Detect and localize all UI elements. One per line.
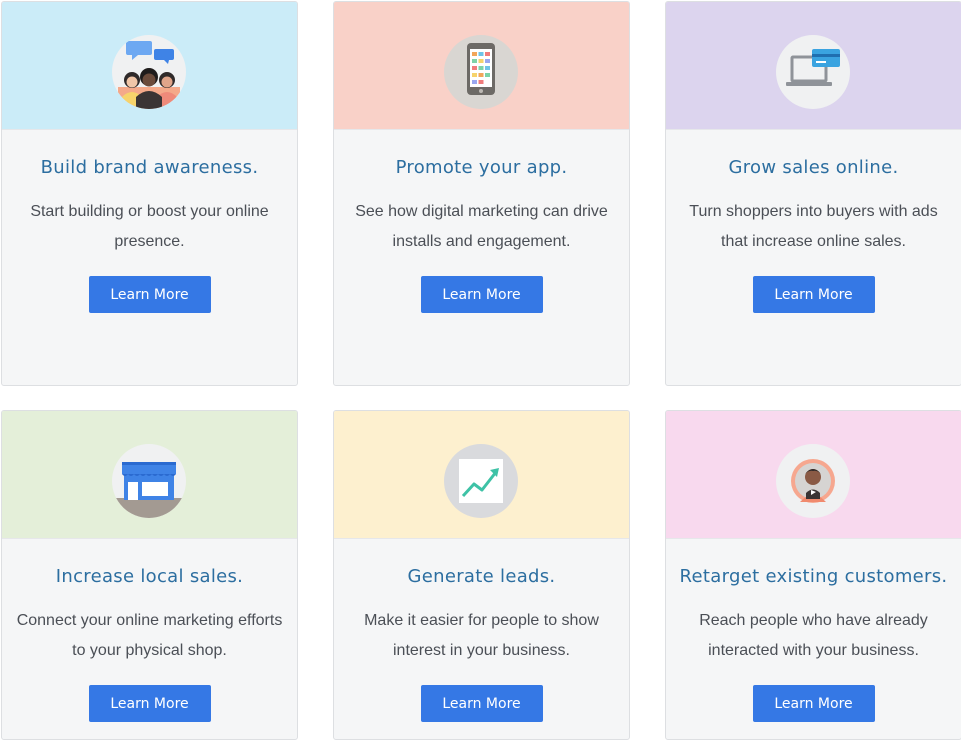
learn-more-button[interactable]: Learn More (88, 685, 211, 722)
laptop-credit-card-icon (776, 35, 850, 109)
card-title: Retarget existing customers. (679, 566, 948, 587)
card-description: Reach people who have already interacted… (699, 612, 928, 659)
card-promote-your-app: Promote your app. See how digital market… (333, 1, 630, 386)
learn-more-button[interactable]: Learn More (420, 276, 543, 313)
card-increase-local-sales: Increase local sales. Connect your onlin… (1, 410, 298, 740)
learn-more-button[interactable]: Learn More (752, 276, 875, 313)
card-banner (334, 411, 629, 539)
storefront-icon (112, 444, 186, 518)
learn-more-button[interactable]: Learn More (420, 685, 543, 722)
card-banner (2, 411, 297, 539)
card-title: Grow sales online. (728, 157, 899, 178)
card-title: Promote your app. (395, 157, 568, 178)
people-chat-icon (112, 35, 186, 109)
learn-more-button[interactable]: Learn More (88, 276, 211, 313)
smartphone-icon (444, 35, 518, 109)
card-banner (666, 411, 961, 539)
card-grow-sales-online: Grow sales online. Turn shoppers into bu… (665, 1, 961, 386)
card-title: Generate leads. (407, 566, 556, 587)
card-description: Turn shoppers into buyers with ads that … (689, 203, 938, 250)
card-generate-leads: Generate leads. Make it easier for peopl… (333, 410, 630, 740)
card-description: Start building or boost your online pres… (30, 203, 269, 250)
card-title: Build brand awareness. (40, 157, 259, 178)
card-description: See how digital marketing can drive inst… (355, 203, 608, 250)
card-description: Make it easier for people to show intere… (364, 612, 599, 659)
card-banner (666, 2, 961, 130)
learn-more-button[interactable]: Learn More (752, 685, 875, 722)
card-description: Connect your online marketing efforts to… (16, 612, 283, 659)
customer-avatar-icon (776, 444, 850, 518)
card-banner (2, 2, 297, 130)
trending-chart-icon (444, 444, 518, 518)
card-build-brand-awareness: Build brand awareness. Start building or… (1, 1, 298, 386)
card-banner (334, 2, 629, 130)
card-retarget-existing-customers: Retarget existing customers. Reach peopl… (665, 410, 961, 740)
card-title: Increase local sales. (55, 566, 244, 587)
